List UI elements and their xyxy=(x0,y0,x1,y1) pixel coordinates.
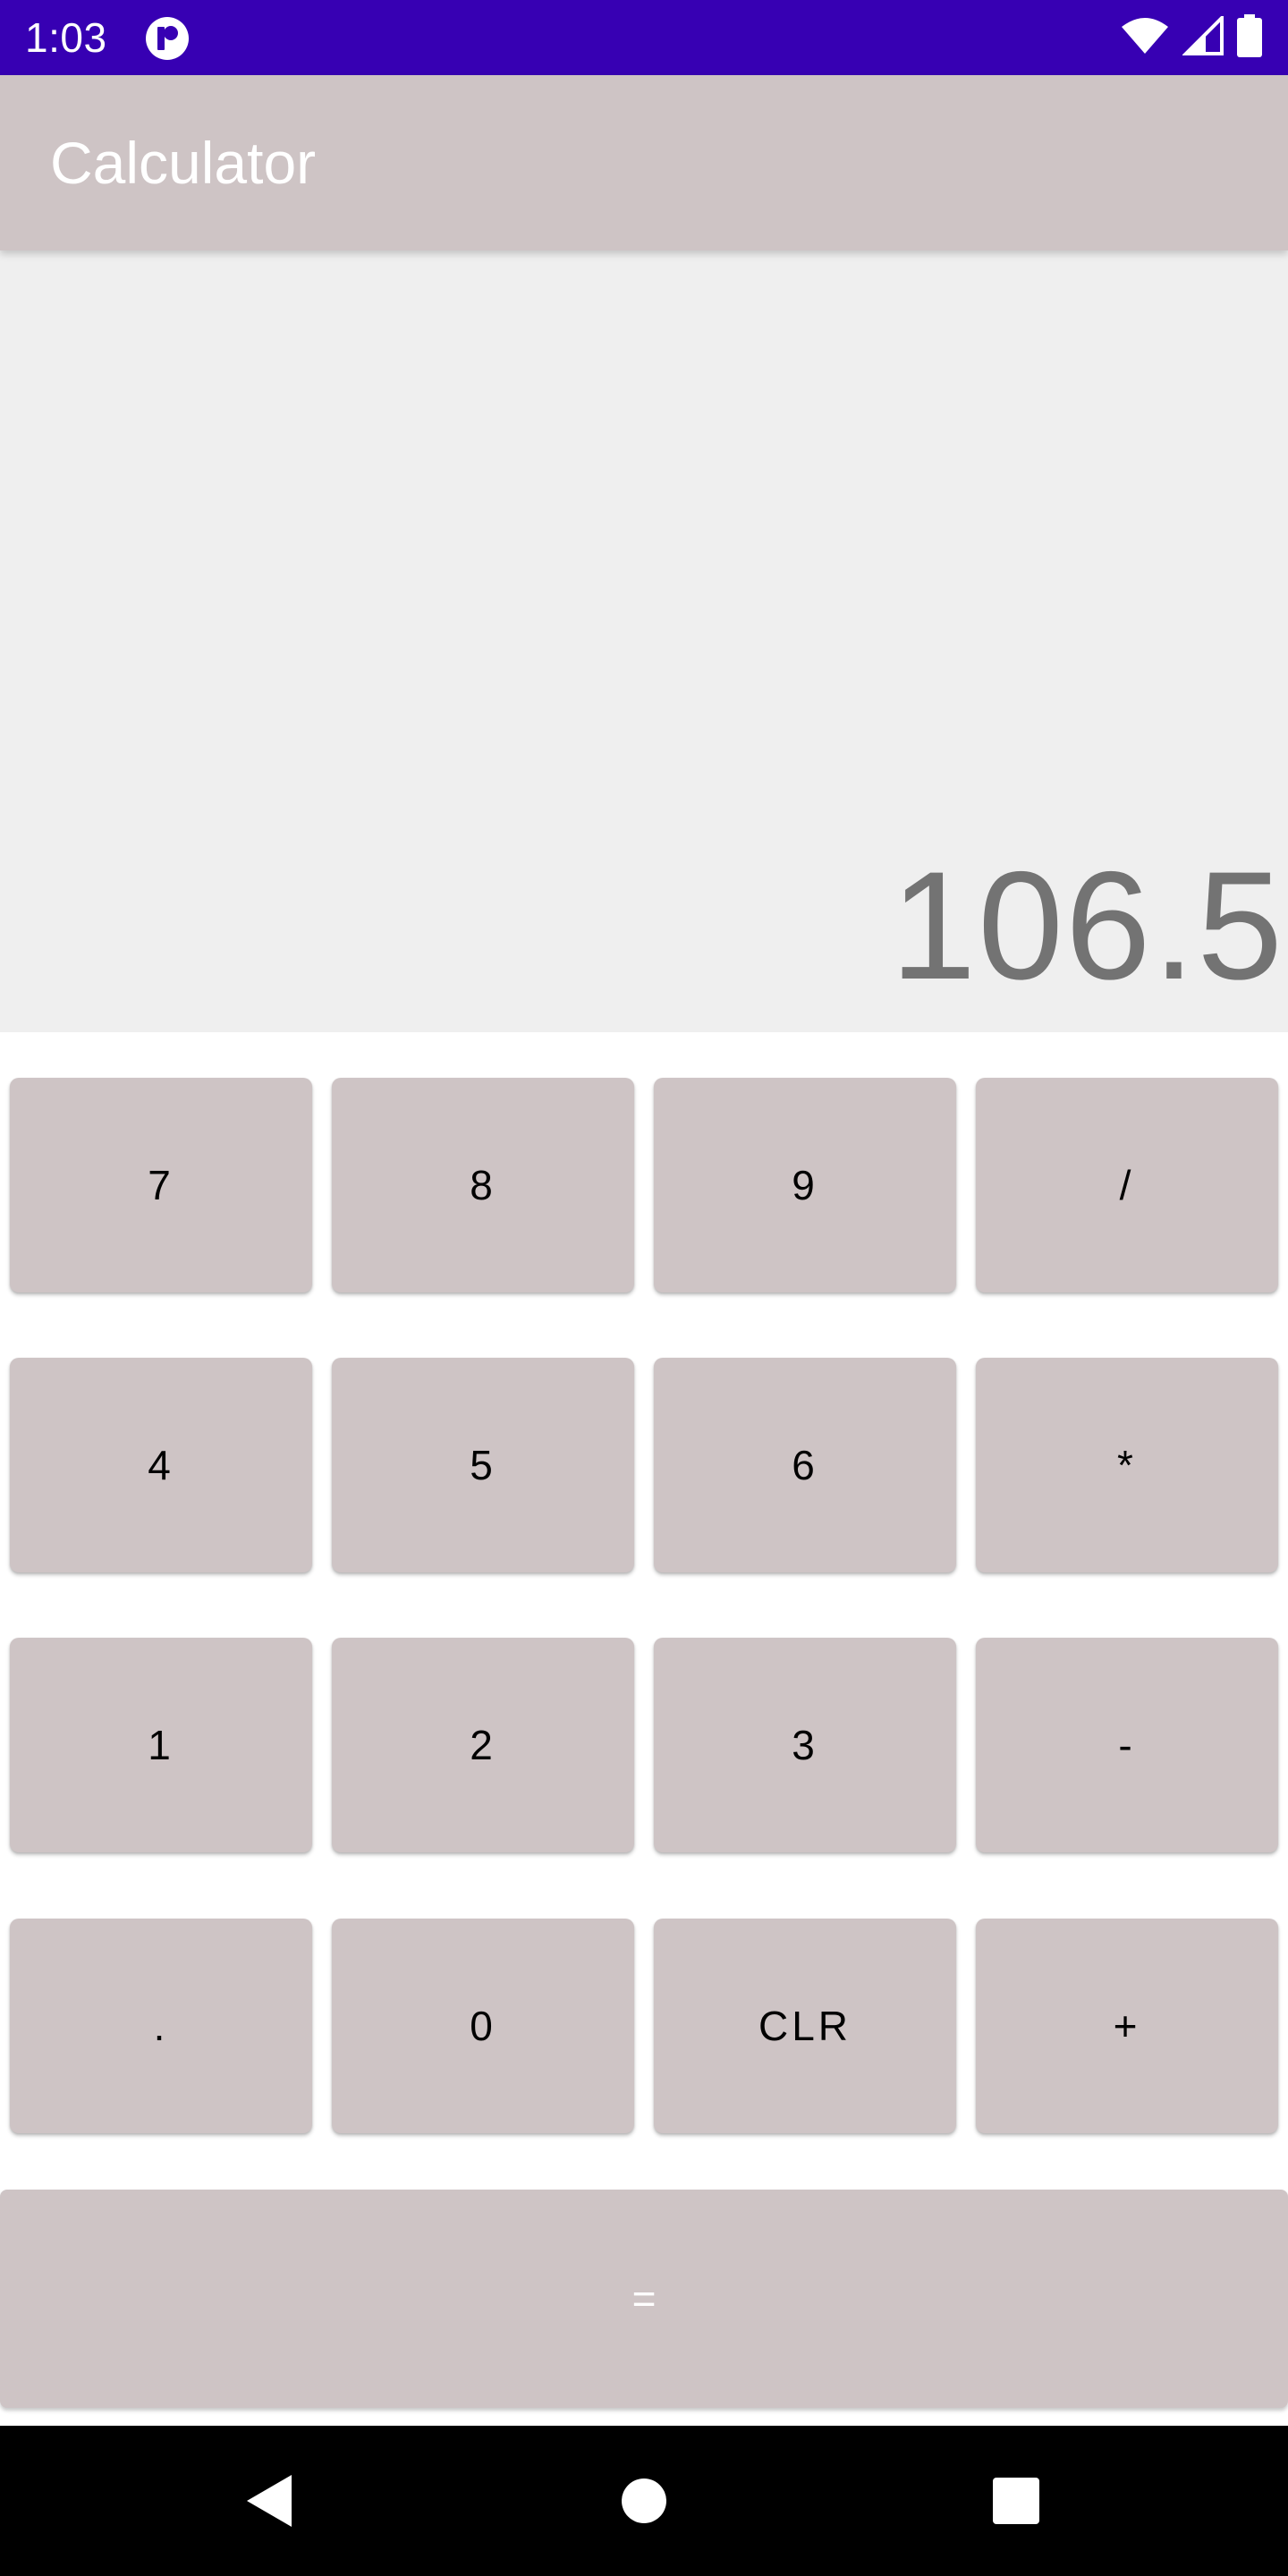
key-divide[interactable]: / xyxy=(976,1078,1278,1292)
key-8[interactable]: 8 xyxy=(332,1078,634,1292)
recents-icon[interactable] xyxy=(985,2470,1047,2532)
key-9[interactable]: 9 xyxy=(654,1078,956,1292)
key-4[interactable]: 4 xyxy=(10,1358,312,1572)
back-icon[interactable] xyxy=(237,2470,300,2532)
key-decimal[interactable]: . xyxy=(10,1919,312,2133)
display-value: 106.5 xyxy=(890,840,1284,1012)
app-bar: Calculator xyxy=(0,75,1288,250)
key-5[interactable]: 5 xyxy=(332,1358,634,1572)
home-icon[interactable] xyxy=(613,2470,675,2532)
key-clear[interactable]: CLR xyxy=(654,1919,956,2133)
navigation-bar xyxy=(0,2426,1288,2576)
key-2[interactable]: 2 xyxy=(332,1638,634,1852)
key-3[interactable]: 3 xyxy=(654,1638,956,1852)
key-7[interactable]: 7 xyxy=(10,1078,312,1292)
key-multiply[interactable]: * xyxy=(976,1358,1278,1572)
key-0[interactable]: 0 xyxy=(332,1919,634,2133)
status-icons xyxy=(1120,13,1263,62)
notification-app-icon xyxy=(145,16,190,61)
calculator-display: 106.5 xyxy=(0,250,1288,1032)
status-time: 1:03 xyxy=(25,14,107,61)
key-6[interactable]: 6 xyxy=(654,1358,956,1572)
cellular-signal-icon xyxy=(1182,13,1224,60)
status-bar: 1:03 xyxy=(0,0,1288,75)
battery-icon xyxy=(1236,13,1263,62)
key-1[interactable]: 1 xyxy=(10,1638,312,1852)
page-title: Calculator xyxy=(50,130,317,196)
key-add[interactable]: + xyxy=(976,1919,1278,2133)
key-subtract[interactable]: - xyxy=(976,1638,1278,1852)
key-equals[interactable]: = xyxy=(0,2190,1288,2408)
wifi-icon xyxy=(1120,16,1170,60)
